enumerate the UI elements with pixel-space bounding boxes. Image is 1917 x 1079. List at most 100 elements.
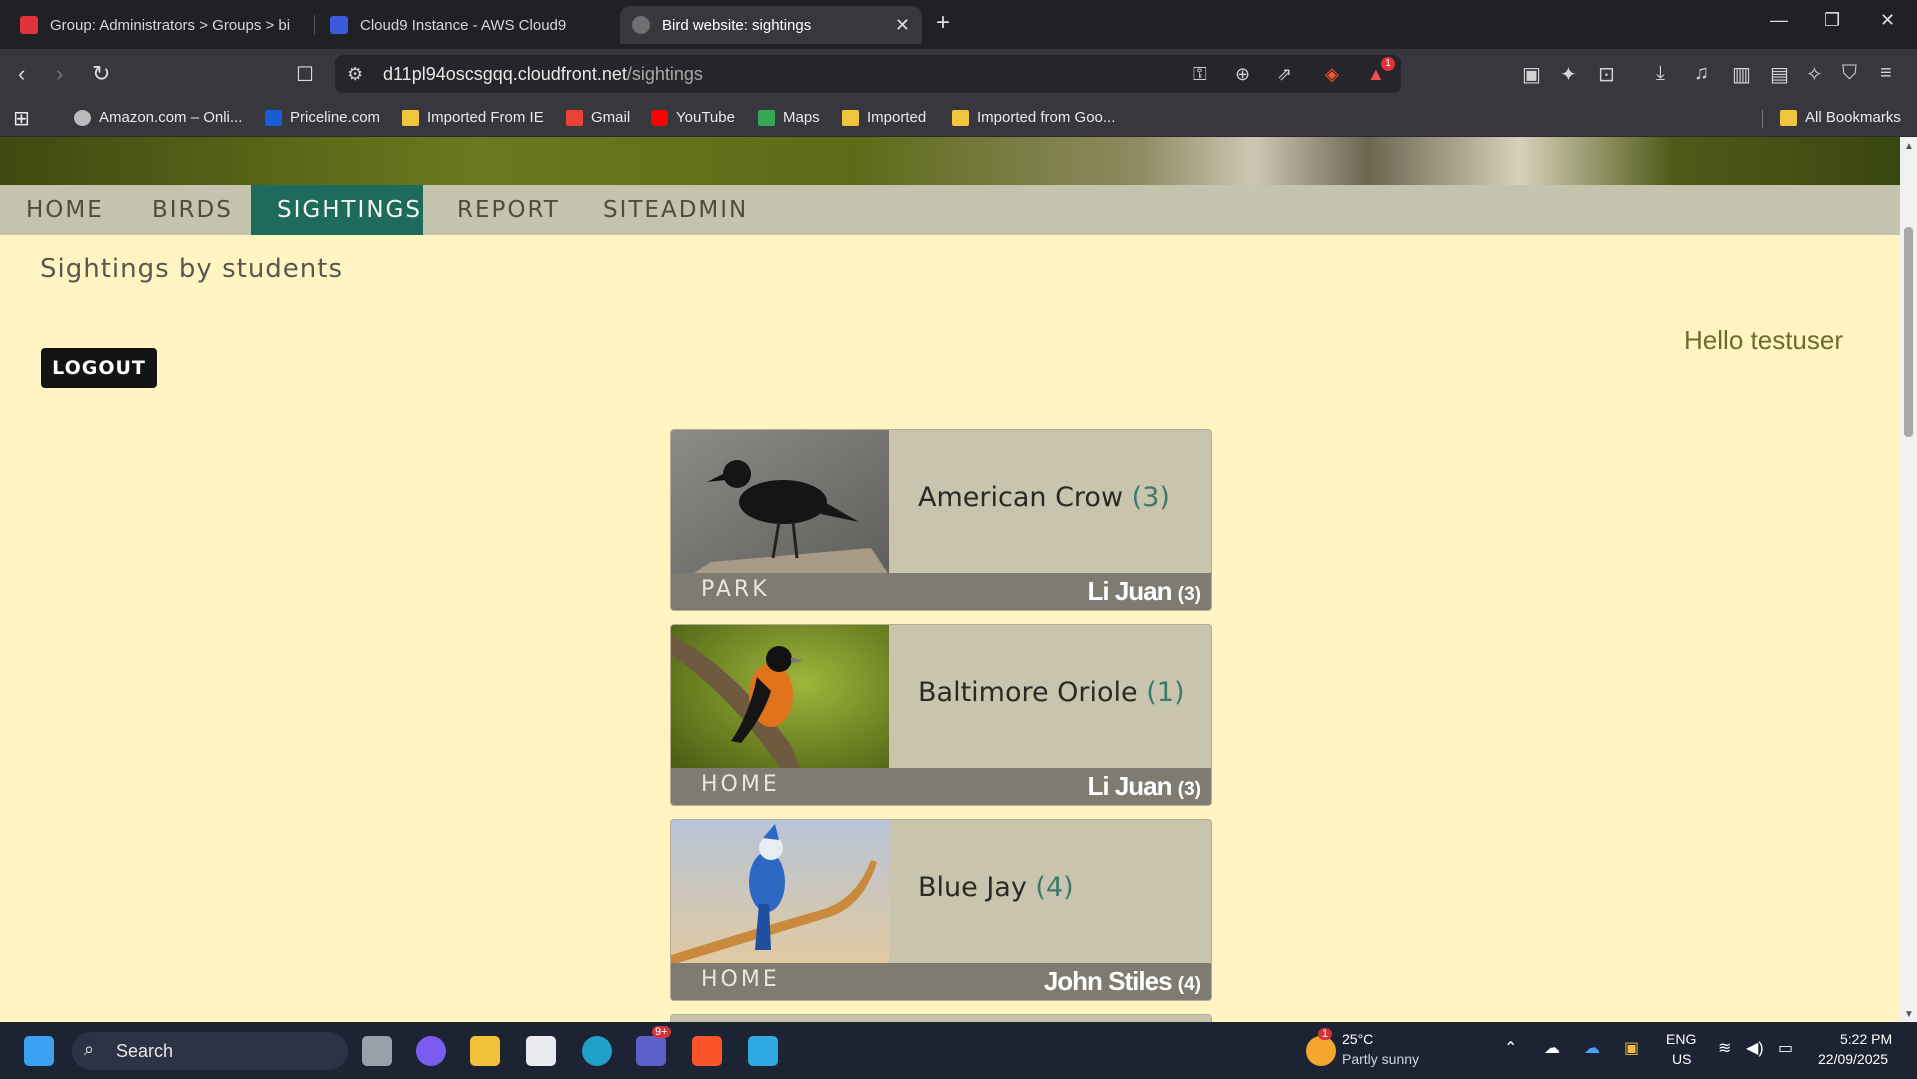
key-icon[interactable]: ⚿	[1193, 64, 1207, 85]
nav-home[interactable]: HOME	[0, 185, 130, 235]
reader-mode-icon[interactable]: ⊡	[1598, 62, 1615, 87]
page-viewport: HOME BIRDS SIGHTINGS REPORT SITEADMIN Si…	[0, 137, 1900, 1022]
sighting-card[interactable]	[670, 1014, 1212, 1022]
temperature[interactable]: 25°C	[1342, 1031, 1373, 1047]
teams-badge: 9+	[652, 1026, 671, 1038]
sighting-card[interactable]: American Crow (3) PARK Li Juan (3)	[670, 429, 1212, 611]
nav-sightings[interactable]: SIGHTINGS	[251, 185, 423, 235]
bookmark-label: Priceline.com	[290, 109, 381, 126]
show-hidden-icons[interactable]: ⌃	[1504, 1038, 1517, 1058]
menu-icon[interactable]: ≡	[1880, 62, 1892, 85]
teams-icon[interactable]	[636, 1036, 666, 1066]
wallet-icon[interactable]: ▤	[1770, 62, 1789, 87]
copilot-icon[interactable]	[416, 1036, 446, 1066]
file-explorer-icon[interactable]	[470, 1036, 500, 1066]
taskbar-search[interactable]: ⌕ Search	[72, 1032, 348, 1070]
nav-siteadmin[interactable]: SITEADMIN	[577, 185, 774, 235]
new-tab-button[interactable]: +	[936, 9, 950, 37]
cloud9-icon	[330, 16, 348, 34]
bookmark-maps[interactable]: Maps	[758, 109, 820, 126]
apps-grid-icon[interactable]: ⊞	[13, 106, 30, 131]
globe-icon	[74, 109, 91, 126]
edge-icon[interactable]	[582, 1036, 612, 1066]
notepad-icon[interactable]	[748, 1036, 778, 1066]
close-window-icon[interactable]: ✕	[1880, 10, 1895, 31]
bookmark-label: Gmail	[591, 109, 631, 126]
card-footer: HOME Li Juan (3)	[671, 768, 1211, 805]
student-count: (4)	[1177, 974, 1201, 995]
bookmark-label: Imported from Goo...	[977, 109, 1116, 126]
tab-cloud9[interactable]: Cloud9 Instance - AWS Cloud9	[318, 6, 608, 44]
battery-icon[interactable]: ▭	[1778, 1038, 1793, 1058]
bookmark-youtube[interactable]: YouTube	[651, 109, 735, 126]
extensions-icon[interactable]: ✦	[1560, 62, 1577, 87]
bookmark-label: Imported	[867, 109, 927, 126]
clock-time[interactable]: 5:22 PM	[1840, 1031, 1892, 1047]
notification-badge: 1	[1381, 57, 1395, 71]
forward-icon[interactable]: ›	[56, 61, 63, 87]
onedrive-sync-icon[interactable]: ☁	[1544, 1038, 1560, 1058]
globe-icon	[632, 16, 650, 34]
sidebar-icon[interactable]: ▥	[1732, 62, 1751, 87]
sighting-card[interactable]: Baltimore Oriole (1) HOME Li Juan (3)	[670, 624, 1212, 806]
microsoft-store-icon[interactable]	[526, 1036, 556, 1066]
bookmark-divider	[1762, 110, 1763, 128]
nav-birds[interactable]: BIRDS	[126, 185, 259, 235]
scroll-up-icon[interactable]: ▲	[1904, 141, 1914, 152]
bookmark-amazon[interactable]: Amazon.com – Onli...	[74, 109, 242, 126]
bookmark-imported-from-ie[interactable]: Imported From IE	[402, 109, 544, 126]
weather-icon[interactable]	[1306, 1036, 1336, 1066]
reload-icon[interactable]: ↻	[92, 61, 110, 87]
bird-count: (1)	[1146, 677, 1185, 708]
all-bookmarks[interactable]: All Bookmarks	[1780, 109, 1901, 126]
student-count: (3)	[1177, 779, 1201, 800]
restore-icon[interactable]: ❐	[1824, 10, 1840, 31]
close-tab-icon[interactable]: ✕	[895, 15, 910, 36]
bookmark-imported-from-google[interactable]: Imported from Goo...	[952, 109, 1115, 126]
task-view-icon[interactable]	[362, 1036, 392, 1066]
logout-button[interactable]: LOGOUT	[41, 348, 157, 388]
leo-ai-icon[interactable]: ✧	[1806, 62, 1823, 87]
volume-icon[interactable]: ◀)	[1746, 1038, 1764, 1058]
minimize-icon[interactable]: —	[1770, 10, 1788, 31]
extension-puzzle-icon[interactable]: ▣	[1522, 62, 1541, 87]
scrollbar-thumb[interactable]	[1904, 227, 1913, 437]
language-indicator[interactable]: ENG	[1666, 1031, 1696, 1047]
wifi-icon[interactable]: ≋	[1718, 1038, 1731, 1058]
tab-bird-sightings[interactable]: Bird website: sightings ✕	[620, 6, 922, 44]
bookmarks-bar: ⊞ Amazon.com – Onli... Priceline.com Imp…	[0, 101, 1917, 137]
music-icon[interactable]: ♫	[1694, 62, 1709, 85]
download-icon[interactable]: ⤓	[1656, 62, 1665, 85]
url-text[interactable]: d11pl94oscsgqq.cloudfront.net/sightings	[383, 64, 703, 85]
brave-shield-icon[interactable]: ◈	[1325, 64, 1339, 85]
user-greeting: Hello testuser	[1684, 325, 1843, 355]
sighting-card[interactable]: Blue Jay (4) HOME John Stiles (4)	[670, 819, 1212, 1001]
back-icon[interactable]: ‹	[18, 61, 25, 87]
search-icon: ⌕	[84, 1039, 95, 1059]
scroll-down-icon[interactable]: ▼	[1904, 1009, 1914, 1020]
page-scrollbar[interactable]: ▲ ▼	[1900, 137, 1917, 1022]
nav-report[interactable]: REPORT	[431, 185, 586, 235]
clock-date[interactable]: 22/09/2025	[1818, 1051, 1888, 1067]
security-icon[interactable]: ▣	[1624, 1038, 1639, 1058]
bookmark-imported[interactable]: Imported	[842, 109, 926, 126]
american-crow-photo	[671, 430, 889, 575]
address-bar[interactable]: ⚙ d11pl94oscsgqq.cloudfront.net/sighting…	[335, 55, 1401, 93]
windows-start-icon[interactable]	[24, 1036, 54, 1066]
tab-iam-group[interactable]: Group: Administrators > Groups > bi	[8, 6, 308, 44]
bookmark-priceline[interactable]: Priceline.com	[265, 109, 380, 126]
bookmark-gmail[interactable]: Gmail	[566, 109, 630, 126]
bird-name-text: Blue Jay	[918, 872, 1027, 903]
onedrive-icon[interactable]: ☁	[1584, 1038, 1600, 1058]
student-name: Li Juan (3)	[1088, 771, 1201, 802]
main-nav: HOME BIRDS SIGHTINGS REPORT SITEADMIN	[0, 185, 1900, 235]
share-icon[interactable]: ⇗	[1277, 64, 1292, 85]
site-info-icon[interactable]: ⚙	[347, 64, 363, 85]
zoom-icon[interactable]: ⊕	[1235, 64, 1250, 85]
vpn-icon[interactable]: ⛉	[1842, 62, 1857, 85]
bookmark-icon[interactable]: ☐	[296, 62, 314, 87]
weather-text[interactable]: Partly sunny	[1342, 1051, 1419, 1067]
browser-toolbar: ‹ › ↻ ☐ ⚙ d11pl94oscsgqq.cloudfront.net/…	[0, 49, 1917, 101]
keyboard-layout[interactable]: US	[1672, 1051, 1691, 1067]
brave-icon[interactable]	[692, 1036, 722, 1066]
